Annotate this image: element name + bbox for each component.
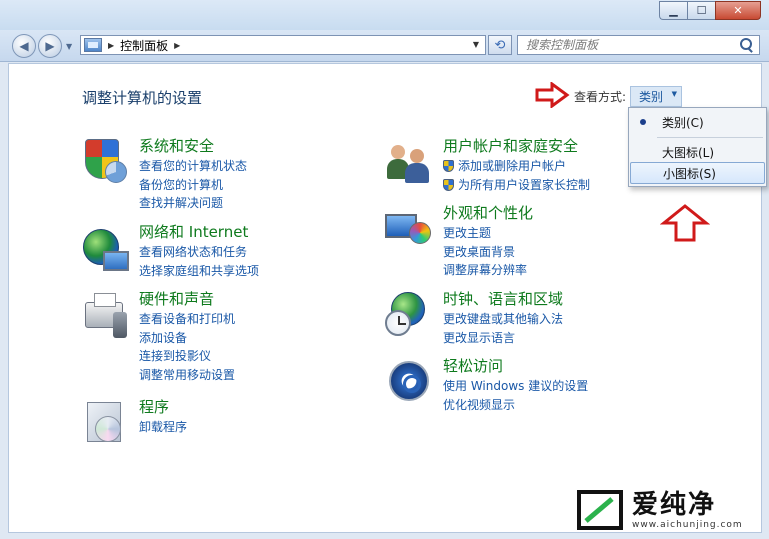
breadcrumb-arrow-icon[interactable]: ▶ — [108, 41, 114, 50]
breadcrumb-control-panel[interactable]: 控制面板 — [120, 37, 168, 54]
maximize-button[interactable]: ☐ — [687, 1, 715, 20]
search-icon[interactable] — [737, 36, 755, 54]
category-title[interactable]: 网络和 Internet — [139, 223, 259, 242]
back-button[interactable]: ◀ — [12, 34, 36, 58]
menu-item-small-icons[interactable]: 小图标(S) — [630, 162, 765, 184]
menu-item-label: 类别(C) — [662, 115, 704, 130]
users-icon[interactable] — [383, 137, 433, 187]
uac-shield-icon — [443, 178, 454, 191]
category-title[interactable]: 时钟、语言和区域 — [443, 290, 563, 309]
link-screen-resolution[interactable]: 调整屏幕分辨率 — [443, 261, 533, 280]
shield-icon[interactable] — [79, 137, 129, 187]
minimize-button[interactable]: ▁ — [659, 1, 687, 20]
category-title[interactable]: 硬件和声音 — [139, 290, 235, 309]
link-add-remove-accounts[interactable]: 添加或删除用户帐户 — [443, 157, 590, 176]
uac-shield-icon — [443, 160, 454, 173]
control-panel-icon — [84, 38, 102, 52]
link-change-input-methods[interactable]: 更改键盘或其他输入法 — [443, 310, 563, 329]
watermark-name: 爱纯净 — [632, 490, 717, 520]
link-windows-suggested-settings[interactable]: 使用 Windows 建议的设置 — [443, 377, 588, 396]
category-clock-language-region: 时钟、语言和区域 更改键盘或其他输入法 更改显示语言 — [383, 290, 563, 347]
link-network-status[interactable]: 查看网络状态和任务 — [139, 243, 259, 262]
close-button[interactable]: ✕ — [715, 1, 761, 20]
link-backup-computer[interactable]: 备份您的计算机 — [139, 176, 247, 195]
link-optimize-video[interactable]: 优化视频显示 — [443, 396, 588, 415]
category-user-accounts: 用户帐户和家庭安全 添加或删除用户帐户 为所有用户设置家长控制 — [383, 137, 590, 194]
category-title[interactable]: 系统和安全 — [139, 137, 247, 156]
link-devices-printers[interactable]: 查看设备和打印机 — [139, 310, 235, 329]
category-network-internet: 网络和 Internet 查看网络状态和任务 选择家庭组和共享选项 — [79, 223, 259, 280]
category-title[interactable]: 轻松访问 — [443, 357, 588, 376]
window-controls: ▁ ☐ ✕ — [659, 1, 761, 20]
printer-icon[interactable] — [79, 290, 129, 340]
category-hardware-sound: 硬件和声音 查看设备和打印机 添加设备 连接到投影仪 调整常用移动设置 — [79, 290, 235, 384]
category-system-security: 系统和安全 查看您的计算机状态 备份您的计算机 查找并解决问题 — [79, 137, 247, 213]
annotation-arrow-right-icon — [535, 82, 570, 108]
network-globe-icon[interactable] — [79, 223, 129, 273]
forward-button[interactable]: ▶ — [38, 34, 62, 58]
watermark-logo-icon — [577, 490, 623, 530]
appearance-icon[interactable] — [383, 204, 433, 254]
recent-pages-dropdown-icon[interactable]: ▼ — [66, 42, 72, 51]
menu-item-category[interactable]: 类别(C) — [630, 111, 765, 133]
link-troubleshoot[interactable]: 查找并解决问题 — [139, 194, 247, 213]
category-title[interactable]: 外观和个性化 — [443, 204, 533, 223]
category-programs: 程序 卸载程序 — [79, 398, 187, 448]
category-appearance: 外观和个性化 更改主题 更改桌面背景 调整屏幕分辨率 — [383, 204, 533, 280]
link-desktop-background[interactable]: 更改桌面背景 — [443, 243, 533, 262]
menu-item-label: 小图标(S) — [663, 166, 716, 181]
refresh-button[interactable]: ⟲ — [488, 35, 512, 55]
link-uninstall-program[interactable]: 卸载程序 — [139, 418, 187, 437]
accessibility-icon[interactable] — [383, 357, 433, 407]
link-homegroup-sharing[interactable]: 选择家庭组和共享选项 — [139, 262, 259, 281]
view-by-label: 查看方式: — [574, 90, 627, 104]
menu-item-label: 大图标(L) — [662, 145, 715, 160]
address-dropdown-icon[interactable]: ▼ — [473, 40, 479, 49]
watermark: 爱纯净 www.aichunjing.com — [576, 486, 761, 534]
breadcrumb-arrow-icon[interactable]: ▶ — [174, 41, 180, 50]
category-title[interactable]: 用户帐户和家庭安全 — [443, 137, 590, 156]
link-parental-controls[interactable]: 为所有用户设置家长控制 — [443, 176, 590, 195]
link-mobility-settings[interactable]: 调整常用移动设置 — [139, 366, 235, 385]
link-label[interactable]: 为所有用户设置家长控制 — [458, 176, 590, 195]
selected-bullet-icon — [640, 119, 646, 125]
search-box[interactable] — [517, 35, 760, 55]
menu-item-large-icons[interactable]: 大图标(L) — [630, 141, 765, 163]
link-view-computer-status[interactable]: 查看您的计算机状态 — [139, 157, 247, 176]
menu-separator — [657, 137, 763, 138]
view-by-dropdown[interactable]: 类别 — [630, 86, 683, 107]
link-label[interactable]: 添加或删除用户帐户 — [458, 157, 566, 176]
link-connect-projector[interactable]: 连接到投影仪 — [139, 347, 235, 366]
view-by-menu: 类别(C) 大图标(L) 小图标(S) — [628, 107, 767, 187]
title-bar: ▁ ☐ ✕ — [0, 0, 769, 30]
watermark-url: www.aichunjing.com — [632, 520, 743, 530]
clock-globe-icon[interactable] — [383, 290, 433, 340]
address-bar[interactable]: ▶ 控制面板 ▶ ▼ — [80, 35, 486, 55]
page-title: 调整计算机的设置 — [82, 89, 203, 107]
search-input[interactable] — [518, 38, 737, 52]
category-ease-of-access: 轻松访问 使用 Windows 建议的设置 优化视频显示 — [383, 357, 588, 414]
category-title[interactable]: 程序 — [139, 398, 187, 417]
annotation-arrow-up-icon — [660, 204, 710, 242]
link-change-theme[interactable]: 更改主题 — [443, 224, 533, 243]
link-add-device[interactable]: 添加设备 — [139, 329, 235, 348]
programs-icon[interactable] — [79, 398, 129, 448]
link-change-display-language[interactable]: 更改显示语言 — [443, 329, 563, 348]
